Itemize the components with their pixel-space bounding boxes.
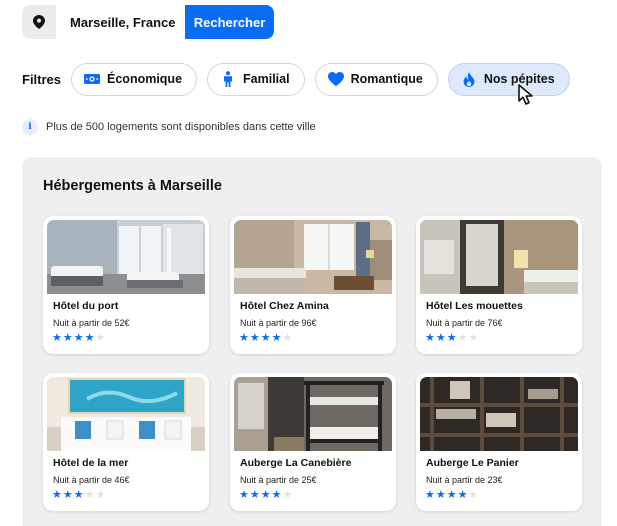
info-icon: i [22,119,38,135]
rating-stars: ★ ★ ★ ★ ★ [239,333,293,344]
star-empty-icon: ★ [95,332,106,344]
rating-stars: ★ ★ ★ ★ ★ [52,490,106,501]
star-filled-icon: ★ [457,489,468,501]
star-empty-icon: ★ [282,489,293,501]
star-filled-icon: ★ [446,332,457,344]
filter-label: Familial [243,72,290,86]
hotel-photo [234,220,392,294]
rating-stars: ★ ★ ★ ★ ★ [52,333,106,344]
hotel-name: Hôtel Les mouettes [426,300,523,312]
star-filled-icon: ★ [73,489,84,501]
hotel-name: Hôtel Chez Amina [240,300,329,312]
filters-bar: Filtres Économique Familial Romantique N… [22,62,580,96]
availability-text: Plus de 500 logements sont disponibles d… [46,121,316,133]
star-filled-icon: ★ [435,489,446,501]
heart-icon [327,71,344,87]
star-empty-icon: ★ [457,332,468,344]
star-filled-icon: ★ [435,332,446,344]
hotel-price: Nuit à partir de 52€ [53,318,130,328]
filter-label: Romantique [350,72,423,86]
star-filled-icon: ★ [446,489,457,501]
star-filled-icon: ★ [260,489,271,501]
filter-nos-pepites[interactable]: Nos pépites [447,62,570,96]
filter-romantique[interactable]: Romantique [314,62,438,96]
hotel-price: Nuit à partir de 23€ [426,475,503,485]
hotel-price: Nuit à partir de 96€ [240,318,317,328]
star-filled-icon: ★ [239,332,249,344]
search-button[interactable]: Rechercher [185,5,274,39]
star-filled-icon: ★ [62,332,73,344]
star-filled-icon: ★ [73,332,84,344]
rating-stars: ★ ★ ★ ★ ★ [239,490,293,501]
availability-info: i Plus de 500 logements sont disponibles… [22,119,316,135]
hotel-name: Auberge Le Panier [426,457,519,469]
flame-icon [461,71,477,87]
hotel-card[interactable]: Auberge Le Panier Nuit à partir de 23€ ★… [416,373,582,511]
hotel-photo [47,220,205,294]
filter-economique[interactable]: Économique [71,62,198,96]
filter-label: Économique [107,72,183,86]
mouse-cursor-icon [517,84,537,111]
hotel-photo [47,377,205,451]
star-filled-icon: ★ [84,332,95,344]
person-icon [220,71,236,87]
star-filled-icon: ★ [52,489,62,501]
star-filled-icon: ★ [271,489,282,501]
star-filled-icon: ★ [52,332,62,344]
star-empty-icon: ★ [84,489,95,501]
hotel-card[interactable]: Hôtel Chez Amina Nuit à partir de 96€ ★ ★… [230,216,396,354]
star-empty-icon: ★ [282,332,293,344]
hotel-card[interactable]: Hôtel du port Nuit à partir de 52€ ★ ★ ★ ★ ★ [43,216,209,354]
filters-label: Filtres [22,71,62,87]
star-filled-icon: ★ [271,332,282,344]
hotel-price: Nuit à partir de 46€ [53,475,130,485]
hotel-name: Auberge La Canebière [240,457,352,469]
rating-stars: ★ ★ ★ ★ ★ [425,333,479,344]
search-bar: Rechercher [22,5,274,39]
hotel-photo [420,377,578,451]
hotel-photo [420,220,578,294]
hotel-photo [234,377,392,451]
star-filled-icon: ★ [425,489,435,501]
star-empty-icon: ★ [468,489,479,501]
star-filled-icon: ★ [260,332,271,344]
search-input[interactable] [56,5,185,39]
hotel-price: Nuit à partir de 76€ [426,318,503,328]
star-filled-icon: ★ [249,332,260,344]
rating-stars: ★ ★ ★ ★ ★ [425,490,479,501]
star-filled-icon: ★ [239,489,249,501]
money-icon [84,71,101,87]
filter-familial[interactable]: Familial [207,62,305,96]
star-filled-icon: ★ [425,332,435,344]
star-filled-icon: ★ [62,489,73,501]
hotel-card[interactable]: Auberge La Canebière Nuit à partir de 25… [230,373,396,511]
star-empty-icon: ★ [95,489,106,501]
accommodations-panel: Hébergements à Marseille Hôtel du port N… [22,157,602,526]
hotel-price: Nuit à partir de 25€ [240,475,317,485]
star-empty-icon: ★ [468,332,479,344]
hotel-name: Hôtel du port [53,300,119,312]
hotel-card[interactable]: Hôtel Les mouettes Nuit à partir de 76€ … [416,216,582,354]
star-filled-icon: ★ [249,489,260,501]
panel-title: Hébergements à Marseille [43,178,222,194]
hotel-card[interactable]: Hôtel de la mer Nuit à partir de 46€ ★ ★ ★… [43,373,209,511]
location-pin-icon [22,5,56,39]
hotel-name: Hôtel de la mer [53,457,129,469]
